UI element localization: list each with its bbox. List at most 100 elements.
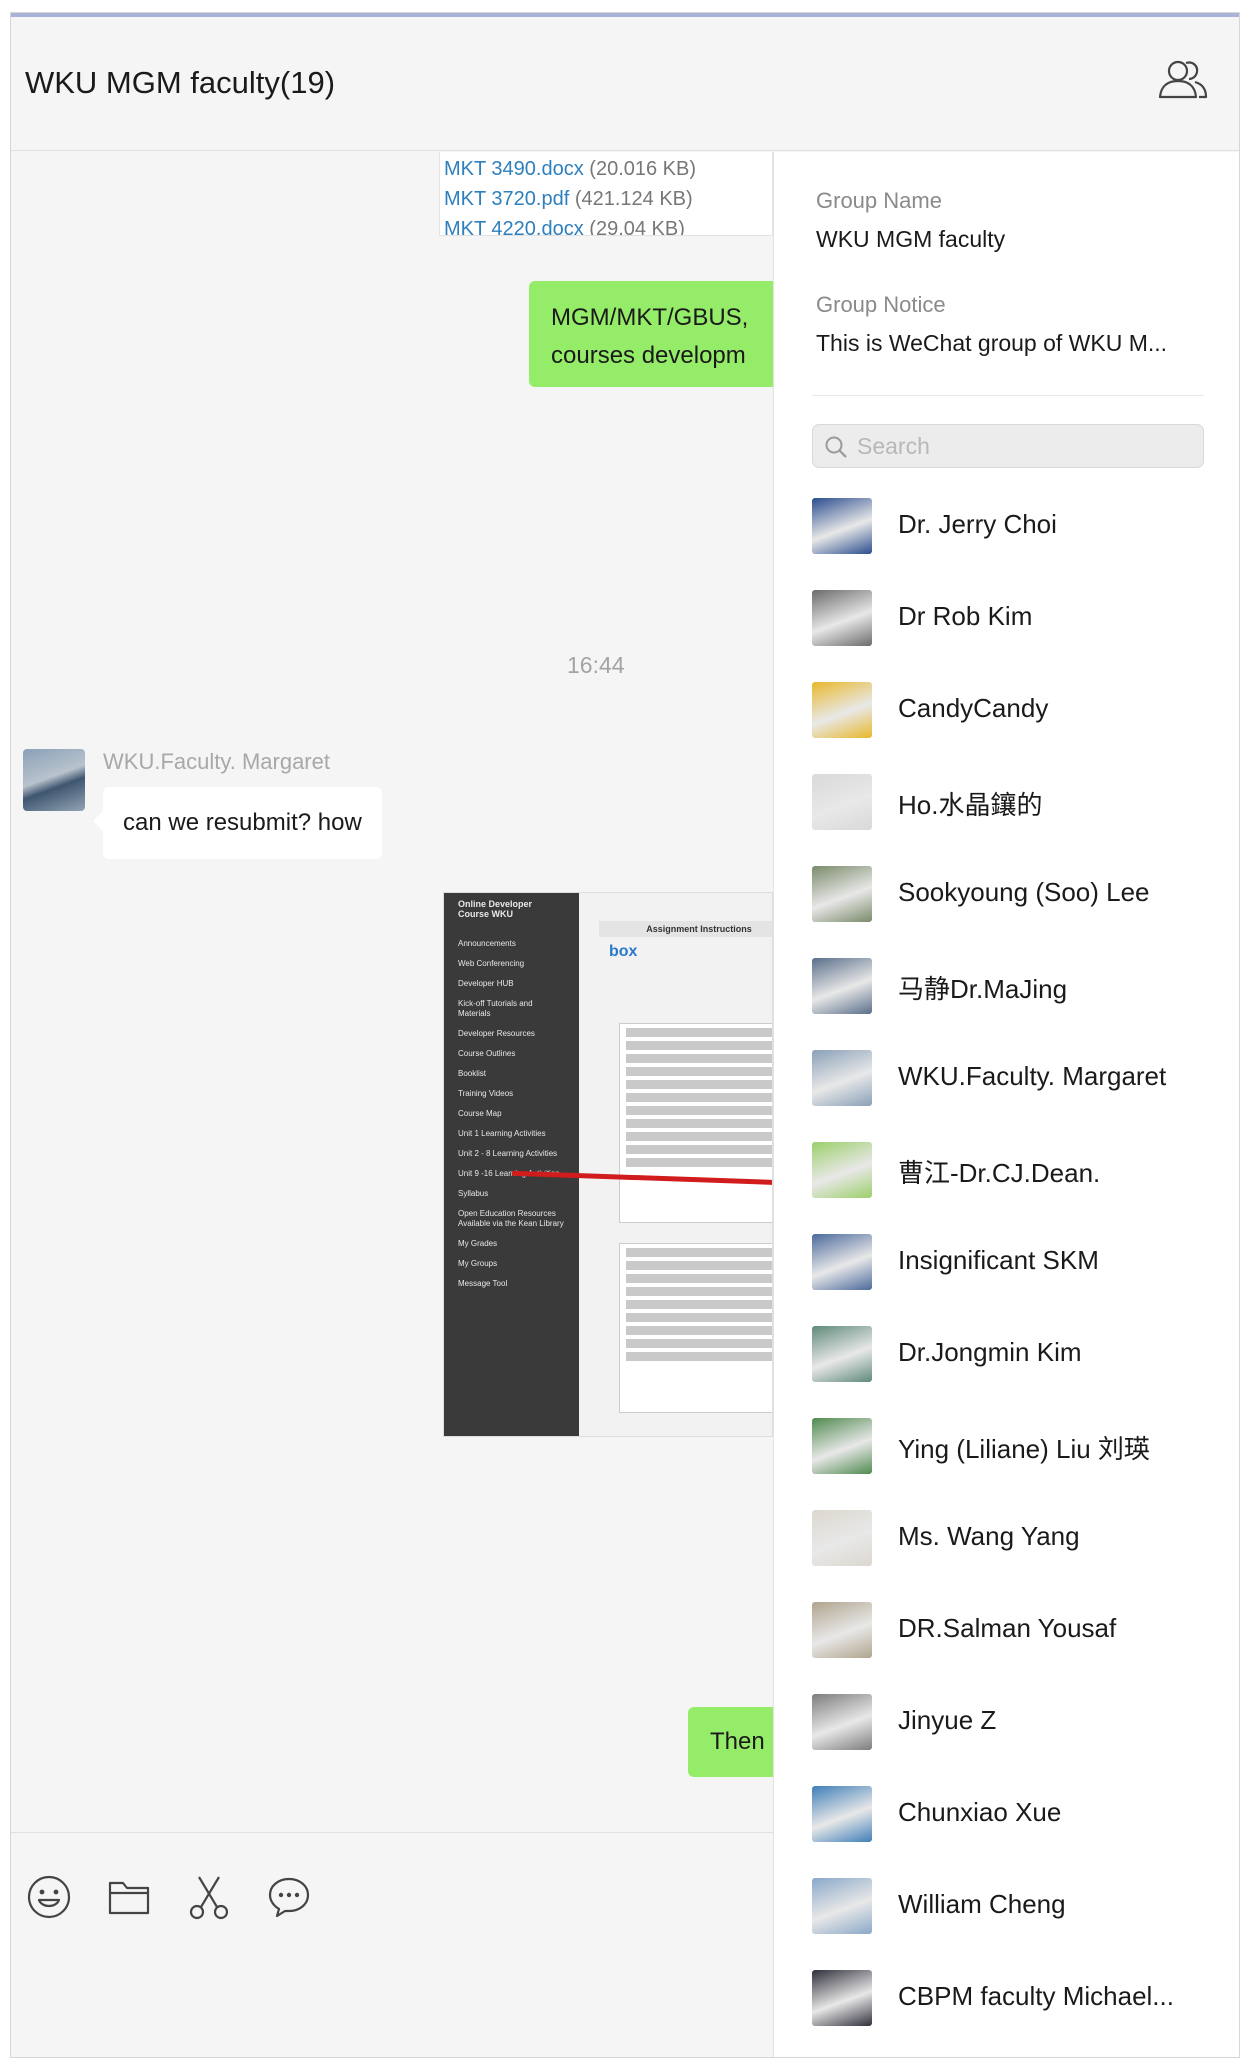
sent-message-bubble[interactable]: MGM/MKT/GBUS, courses developm [529,281,773,387]
avatar[interactable] [812,498,872,554]
member-name: DR.Salman Yousaf [898,1613,1117,1643]
sent-message-bubble[interactable]: Then [688,1707,773,1777]
member-name: WKU.Faculty. Margaret [898,1061,1167,1091]
member-item[interactable]: William Cheng [774,1858,1239,1950]
member-item[interactable]: Dr. Jerry Choi [774,478,1239,570]
member-item[interactable]: Jinyue Z [774,1674,1239,1766]
screenshot-sidebar-item: Open Education Resources Available via t… [458,1209,564,1228]
member-item[interactable]: Dr.Jongmin Kim [774,1306,1239,1398]
member-item[interactable]: 马静Dr.MaJing [774,938,1239,1030]
sender-name: WKU.Faculty. Margaret [103,749,330,774]
member-name: William Cheng [898,1889,1066,1919]
avatar[interactable] [812,1602,872,1658]
member-item[interactable]: Chunxiao Xue [774,1766,1239,1858]
image-message[interactable]: Online Developer Course WKU Announcement… [443,892,773,1437]
avatar[interactable] [812,1786,872,1842]
message-line: courses developm [551,342,746,369]
received-message-bubble[interactable]: can we resubmit? how [93,787,382,859]
member-item[interactable]: Ms. Wang Yang [774,1490,1239,1582]
screenshot-sidebar-item: Developer Resources [458,1029,535,1038]
avatar[interactable] [812,866,872,922]
member-name: 曹江-Dr.CJ.Dean. [898,1158,1101,1188]
screenshot-sidebar-item: Training Videos [458,1089,514,1098]
group-notice-label: Group Notice [816,292,946,317]
avatar[interactable] [812,590,872,646]
member-item[interactable]: Sookyoung (Soo) Lee [774,846,1239,938]
file-size: (421.124 KB) [574,188,693,210]
screenshot-sidebar-item: My Groups [458,1259,498,1268]
message-input-area[interactable] [11,1833,773,2057]
member-item[interactable]: Dr Rob Kim [774,570,1239,662]
member-item[interactable]: DR.Salman Yousaf [774,1582,1239,1674]
file-name[interactable]: MKT 3490.docx [444,158,584,180]
emoji-button[interactable] [25,1873,73,1921]
screenshot-sidebar-item: Unit 1 Learning Activities [458,1129,546,1138]
avatar[interactable] [812,1418,872,1474]
panel-divider [812,395,1204,396]
chat-history-button[interactable] [265,1873,313,1921]
avatar[interactable] [812,1326,872,1382]
screenshot-sidebar-item: My Grades [458,1239,498,1248]
screenshot-sidebar-item: Kick-off Tutorials and Materials [458,999,533,1018]
file-size: (20.016 KB) [589,158,697,180]
avatar[interactable] [812,958,872,1014]
file-button[interactable] [105,1873,153,1921]
chat-header: WKU MGM faculty(19) [11,17,1239,151]
member-item[interactable]: 曹江-Dr.CJ.Dean. [774,1122,1239,1214]
screenshot-content: Assignment Instructions box [579,893,772,1436]
member-list: Dr. Jerry Choi Dr Rob Kim CandyCandy Ho.水晶鑲… [774,478,1239,2042]
avatar[interactable] [812,1142,872,1198]
avatar[interactable] [812,1050,872,1106]
member-item[interactable]: CBPM faculty Michael... [774,1950,1239,2042]
avatar[interactable] [812,1510,872,1566]
group-members-button[interactable] [1157,57,1209,103]
search-icon [825,436,847,458]
file-name[interactable]: MKT 4220.docx [444,218,584,235]
member-item[interactable]: Ho.水晶鑲的 [774,754,1239,846]
avatar[interactable] [23,749,85,811]
member-name: Dr.Jongmin Kim [898,1337,1082,1367]
member-name: CandyCandy [898,693,1049,723]
screenshot-sidebar-item: Developer HUB [458,979,514,988]
avatar[interactable] [812,774,872,830]
group-name[interactable]: WKU MGM faculty [816,226,1005,253]
file-size: (29.04 KB) [589,218,685,236]
file-item[interactable]: MKT 3490.docx (20.016 KB) [444,154,768,184]
screenshot-sidebar-item: Announcements [458,939,516,948]
member-name: Chunxiao Xue [898,1797,1062,1827]
screenshot-button[interactable] [185,1873,233,1921]
member-item[interactable]: WKU.Faculty. Margaret [774,1030,1239,1122]
member-search-box[interactable] [812,424,1204,468]
file-name[interactable]: MKT 3720.pdf [444,188,569,210]
screenshot-sidebar-item: Course Outlines [458,1049,516,1058]
message-list[interactable]: MKT 3490.docx (20.016 KB) MKT 3720.pdf (… [11,152,773,1832]
scissors-icon [189,1876,229,1920]
message-timestamp: 16:44 [567,652,625,678]
member-name: Jinyue Z [898,1705,997,1735]
box-logo: box [609,943,638,960]
avatar[interactable] [812,1878,872,1934]
member-name: Dr. Jerry Choi [898,509,1057,539]
avatar[interactable] [812,1970,872,2026]
screenshot-sidebar-item: Booklist [458,1069,487,1078]
member-item[interactable]: Insignificant SKM [774,1214,1239,1306]
file-item[interactable]: MKT 3720.pdf (421.124 KB) [444,184,768,214]
chat-title: WKU MGM faculty(19) [25,65,336,100]
member-name: Dr Rob Kim [898,601,1033,631]
member-item[interactable]: Ying (Liliane) Liu 刘瑛 [774,1398,1239,1490]
member-search-input[interactable] [857,425,1187,467]
group-notice[interactable]: This is WeChat group of WKU M... [816,330,1167,357]
avatar[interactable] [812,682,872,738]
folder-icon [108,1881,150,1915]
file-item[interactable]: MKT 4220.docx (29.04 KB) [444,214,768,236]
screenshot-sidebar-item: Syllabus [458,1189,489,1198]
file-attachment-card[interactable]: MKT 3490.docx (20.016 KB) MKT 3720.pdf (… [439,152,773,236]
member-name: Ms. Wang Yang [898,1521,1080,1551]
member-item[interactable]: CandyCandy [774,662,1239,754]
avatar[interactable] [812,1234,872,1290]
group-info-panel: Group Name WKU MGM faculty Group Notice … [773,152,1239,2057]
avatar[interactable] [812,1694,872,1750]
member-name: Ho.水晶鑲的 [898,790,1043,820]
group-name-label: Group Name [816,188,942,213]
screenshot-sidebar: Online Developer Course WKU Announcement… [444,893,579,1436]
